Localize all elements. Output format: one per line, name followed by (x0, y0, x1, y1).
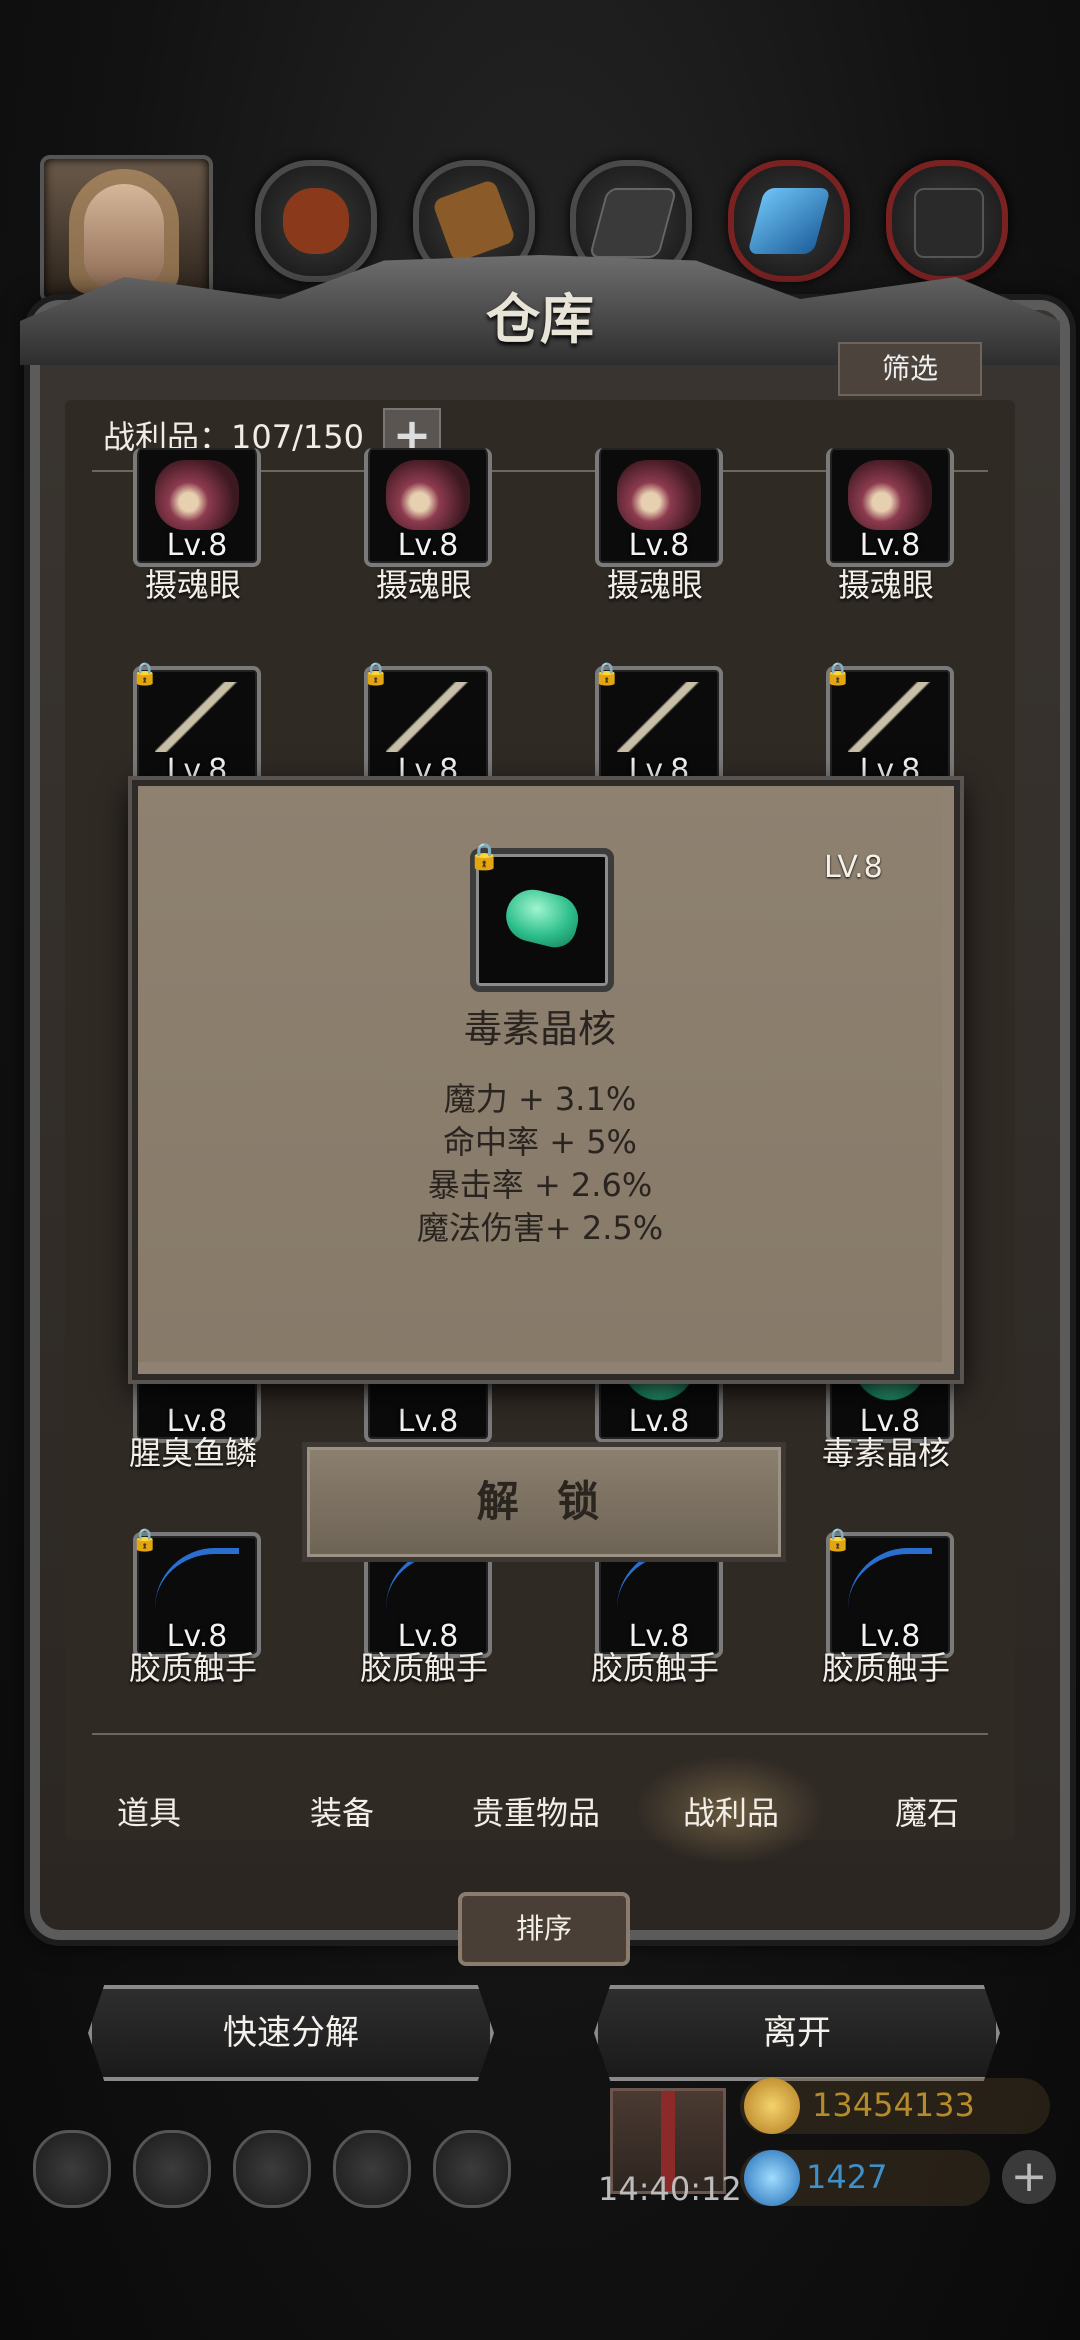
filter-button[interactable]: 筛选 (838, 342, 982, 396)
unlock-button[interactable]: 解 锁 (302, 1442, 786, 1562)
divider-bottom (92, 1733, 988, 1735)
guild-icon[interactable] (233, 2130, 311, 2208)
item-name: 胶质触手 (590, 1649, 719, 1687)
tab-valuables[interactable]: 贵重物品 (472, 1788, 600, 1834)
item-level: Lv.8 (859, 528, 921, 563)
category-leather-icon[interactable] (255, 160, 377, 282)
settings-icon[interactable] (33, 2130, 111, 2208)
item-slot[interactable]: Lv.8 (364, 448, 492, 567)
item-slot[interactable]: 🔒 Lv.8 (131, 662, 261, 792)
eye-item-icon (386, 460, 470, 530)
sort-button[interactable]: 排序 (458, 1892, 630, 1966)
item-name: 摄魂眼 (837, 566, 934, 604)
lock-icon: 🔒 (593, 662, 621, 687)
item-level: Lv.8 (166, 528, 228, 563)
bone-item-icon (386, 682, 470, 752)
item-slot[interactable]: Lv.8 (826, 448, 954, 567)
item-level: Lv.8 (628, 1404, 690, 1439)
gem-icon (744, 2150, 800, 2206)
bone-item-icon (155, 682, 239, 752)
lock-icon: 🔒 (131, 662, 159, 687)
item-slot[interactable]: 🔒 Lv.8 (824, 662, 954, 792)
add-gems-button[interactable]: + (1002, 2150, 1056, 2204)
eye-item-icon (848, 460, 932, 530)
tooltip-stat: 命中率 + 5% (443, 1123, 637, 1161)
item-name: 胶质触手 (821, 1649, 950, 1687)
tab-magic-stones[interactable]: 魔石 (895, 1788, 959, 1834)
item-name: 毒素晶核 (821, 1434, 950, 1472)
lock-icon: 🔒 (824, 1528, 852, 1553)
quick-dismantle-button[interactable]: 快速分解 (88, 1985, 494, 2081)
category-black-iron-icon[interactable] (886, 160, 1008, 282)
achievement-icon[interactable] (133, 2130, 211, 2208)
item-slot[interactable]: 🔒 Lv.8 (824, 1528, 954, 1658)
tab-loot[interactable]: 战利品 (683, 1788, 779, 1834)
page-title: 仓库 (486, 287, 594, 351)
item-name: 腥臭鱼鳞 (128, 1434, 257, 1472)
lock-icon: 🔒 (824, 662, 852, 687)
item-name: 胶质触手 (359, 1649, 488, 1687)
gem-amount: 1427 (806, 2158, 888, 2196)
item-level: Lv.8 (397, 528, 459, 563)
item-slot[interactable]: 🔒 Lv.8 (362, 662, 492, 792)
item-slot[interactable]: Lv.8 (133, 448, 261, 567)
item-name: 摄魂眼 (144, 566, 241, 604)
lock-icon: 🔒 (362, 662, 390, 687)
gold-amount: 13454133 (812, 2086, 975, 2124)
tooltip-stat: 魔法伤害+ 2.5% (416, 1209, 664, 1247)
eye-item-icon (617, 460, 701, 530)
tooltip-item-name: 毒素晶核 (463, 1007, 616, 1051)
gold-coin-icon (744, 2078, 800, 2134)
shop-icon[interactable] (433, 2130, 511, 2208)
tab-items[interactable]: 道具 (117, 1788, 181, 1834)
gift-timer: 14:40:12 (598, 2170, 742, 2208)
bone-item-icon (848, 682, 932, 752)
item-name: 摄魂眼 (606, 566, 703, 604)
lock-icon: 🔒 (468, 842, 501, 872)
tentacle-item-icon (848, 1548, 932, 1624)
item-name: 摄魂眼 (375, 566, 472, 604)
tentacle-item-icon (155, 1548, 239, 1624)
leave-button[interactable]: 离开 (594, 1985, 1000, 2081)
item-level: Lv.8 (628, 528, 690, 563)
tooltip-stat: 暴击率 + 2.6% (427, 1166, 653, 1204)
tooltip-level: LV.8 (824, 850, 883, 885)
item-name: 胶质触手 (128, 1649, 257, 1687)
item-level: Lv.8 (397, 1404, 459, 1439)
tab-equipment[interactable]: 装备 (310, 1788, 374, 1834)
lock-icon: 🔒 (131, 1528, 159, 1553)
mail-icon[interactable] (333, 2130, 411, 2208)
eye-item-icon (155, 460, 239, 530)
toxin-crystal-icon (500, 884, 584, 952)
bone-item-icon (617, 682, 701, 752)
item-slot[interactable]: Lv.8 (595, 448, 723, 567)
avatar-face (84, 184, 164, 289)
item-slot[interactable]: 🔒 Lv.8 (593, 662, 723, 792)
tooltip-stat: 魔力 + 3.1% (443, 1080, 637, 1118)
item-slot[interactable]: 🔒 Lv.8 (131, 1528, 261, 1658)
category-crystal-icon[interactable] (728, 160, 850, 282)
